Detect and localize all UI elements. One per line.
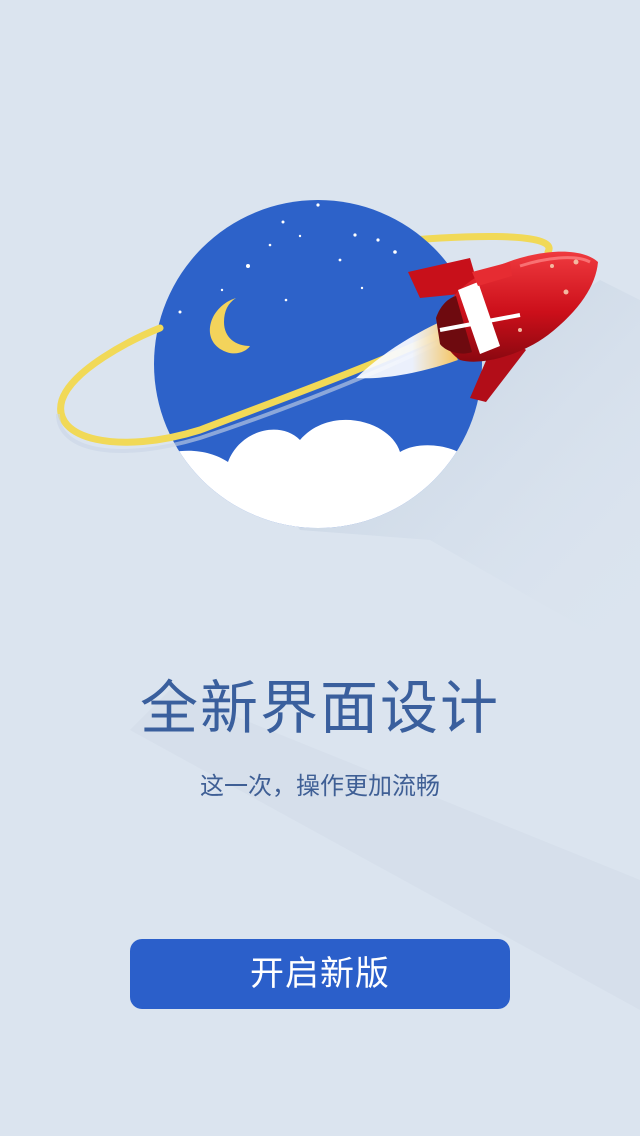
page-subtitle: 这一次，操作更加流畅 — [200, 772, 440, 800]
onboarding-screen: 全新界面设计 这一次，操作更加流畅 开启新版 — [0, 0, 640, 1136]
start-new-version-button[interactable]: 开启新版 — [130, 939, 510, 1009]
page-title: 全新界面设计 — [139, 674, 500, 742]
